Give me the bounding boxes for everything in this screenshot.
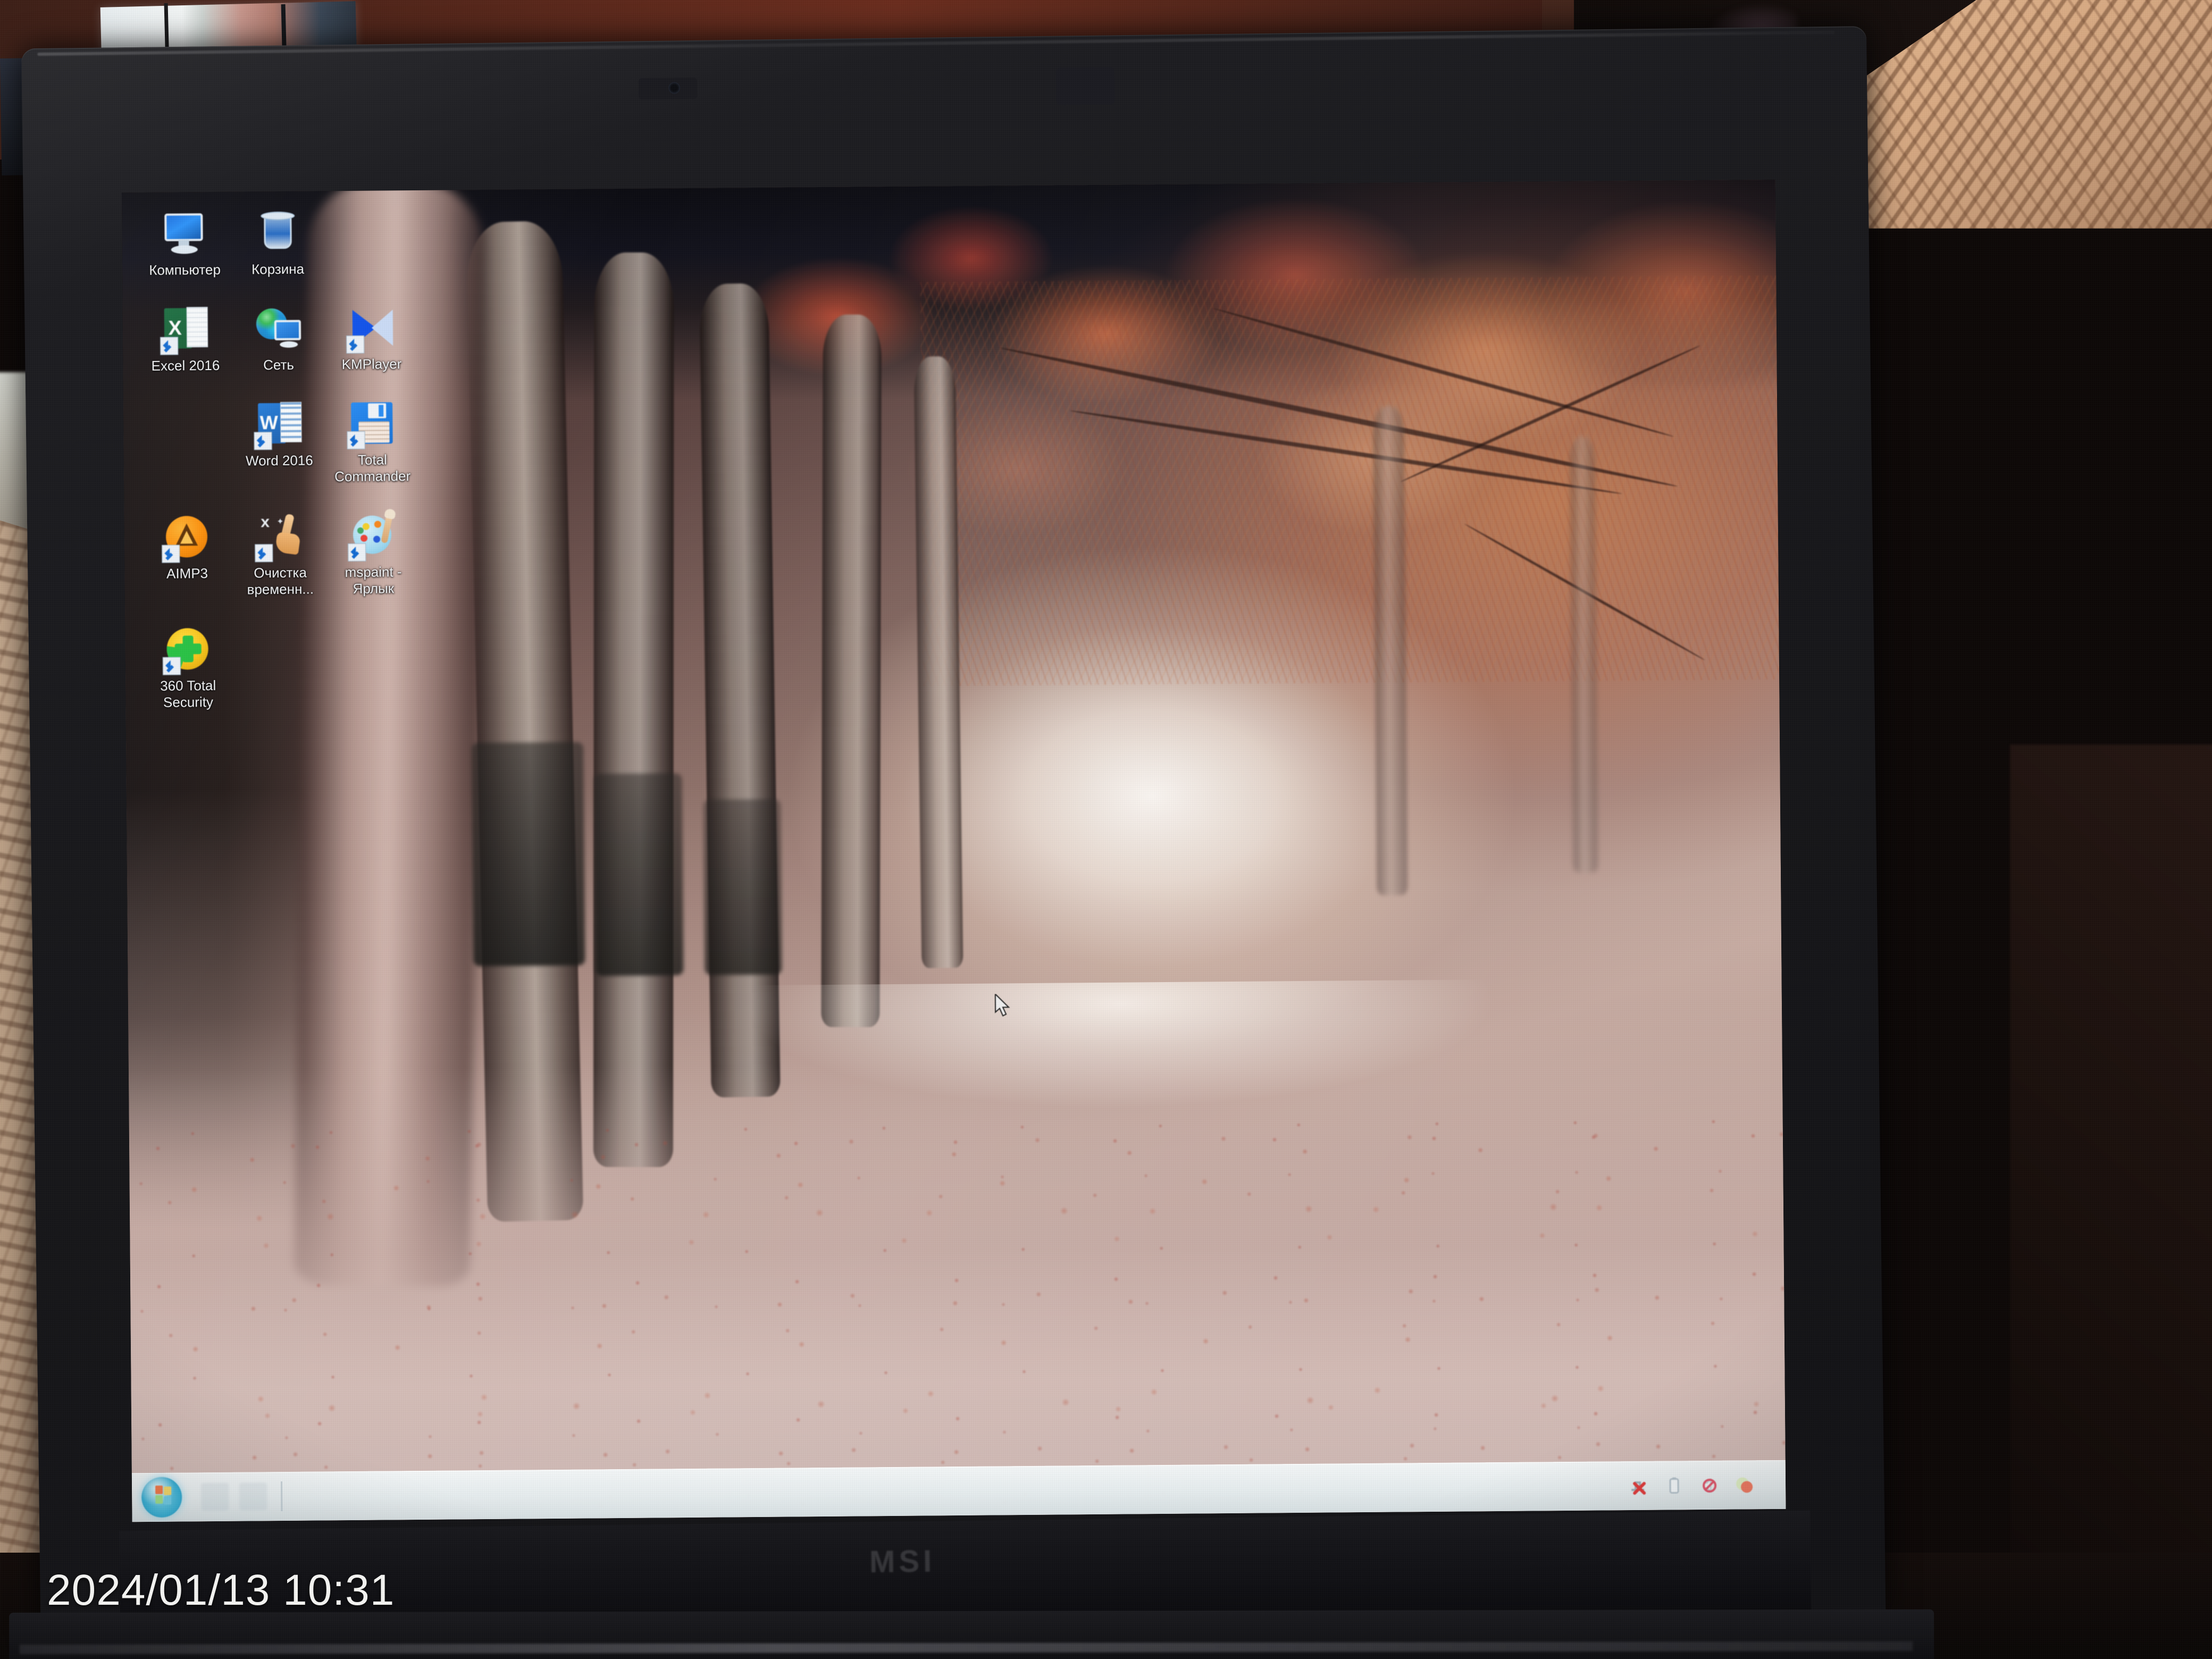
desktop-icon-mspaint[interactable]: mspaint - Ярлык (326, 508, 420, 597)
desktop-icon-computer[interactable]: Компьютер (138, 207, 231, 279)
cleanup-broom-icon: x ✦ (254, 512, 305, 563)
desktop-icon-label: Корзина (251, 261, 305, 278)
desktop-icon-total-commander[interactable]: Total Commander (325, 397, 419, 485)
desktop-icon-label: AIMP3 (166, 565, 208, 582)
mouse-cursor-icon (994, 993, 1013, 1019)
wallpaper-tree-trunk-8 (1570, 436, 1598, 873)
wallpaper-tree-trunk-5 (821, 314, 882, 1027)
quick-launch-bar (200, 1482, 267, 1511)
network-disconnected-icon[interactable] (1628, 1475, 1649, 1496)
desktop-icon-kmplayer[interactable]: KMPlayer (325, 301, 418, 373)
aimp3-icon (161, 513, 212, 563)
wallpaper-tree-trunk-4 (699, 283, 781, 1098)
shortcut-overlay-icon (162, 657, 181, 675)
desktop-icon-aimp3[interactable]: AIMP3 (140, 510, 234, 599)
wallpaper-tree-trunk-7 (1373, 406, 1408, 895)
wallpaper-trunk-base-2 (472, 742, 585, 967)
excel-icon: X (160, 305, 210, 355)
camera-timestamp: 2024/01/13 10:31 (47, 1566, 395, 1614)
couch-fabric-right (2010, 744, 2212, 1648)
brand-logo: MSI (869, 1544, 936, 1580)
shortcut-overlay-icon (161, 544, 180, 563)
desktop-icon-label: Компьютер (149, 261, 221, 278)
360-total-security-icon (162, 625, 213, 675)
kmplayer-icon (346, 303, 396, 354)
quick-launch-item-2[interactable] (239, 1482, 267, 1511)
desktop-icon-label: Excel 2016 (151, 357, 220, 374)
photograph-scene: Компьютер Корзина X Excel 2016 Сеть KMPl… (0, 0, 2212, 1659)
desktop-icon-row-3: W Word 2016 Total Commander (232, 396, 512, 486)
shortcut-overlay-icon (254, 544, 273, 563)
shortcut-overlay-icon (347, 543, 366, 562)
wallpaper-tree-trunk-6 (914, 356, 963, 968)
desktop-icon-grid: Компьютер Корзина X Excel 2016 Сеть KMPl… (138, 205, 514, 711)
wallpaper-trunk-base-3 (594, 773, 684, 976)
desktop-icon-row-5: 360 Total Security (141, 621, 514, 711)
volume-muted-icon[interactable] (1698, 1474, 1720, 1496)
desktop-icon-label: Очистка временн... (247, 564, 314, 598)
desktop-icon-label: KMPlayer (341, 356, 402, 373)
quick-launch-item-1[interactable] (200, 1482, 229, 1511)
webcam-housing (638, 77, 698, 100)
shortcut-overlay-icon (346, 335, 364, 354)
desktop-icon-cleanup-temp[interactable]: x ✦ Очистка временн... (233, 509, 327, 598)
desktop-icon-label: Word 2016 (245, 452, 313, 469)
wallpaper-leaf-litter (129, 1094, 1786, 1522)
wallpaper-trunk-base-4 (703, 799, 782, 975)
desktop-icon-label: Total Commander (334, 451, 411, 485)
desktop-icon-360-total-security[interactable]: 360 Total Security (141, 623, 234, 711)
start-orb-icon[interactable] (141, 1477, 182, 1518)
word-icon: W (253, 400, 304, 450)
recycle-bin-icon (253, 208, 303, 258)
microphone-housing (1055, 67, 1115, 105)
desktop-icon-network[interactable]: Сеть (232, 301, 325, 373)
security-alert-icon[interactable] (1733, 1474, 1755, 1495)
mspaint-icon (347, 508, 398, 562)
webcam-lens-icon (668, 82, 681, 94)
total-commander-icon (346, 399, 397, 450)
desktop-icon-recycle-bin[interactable]: Корзина (231, 206, 324, 278)
taskbar-separator (280, 1481, 283, 1512)
desktop-icon-label: 360 Total Security (160, 677, 216, 710)
network-icon (254, 304, 303, 354)
shortcut-overlay-icon (253, 432, 272, 450)
laptop-screen: Компьютер Корзина X Excel 2016 Сеть KMPl… (121, 179, 1786, 1522)
desktop-icon-row-2: X Excel 2016 Сеть KMPlayer (139, 300, 512, 374)
battery-icon[interactable] (1663, 1474, 1685, 1496)
desktop-icon-word-2016[interactable]: W Word 2016 (232, 397, 326, 485)
shortcut-overlay-icon (160, 337, 178, 355)
shortcut-overlay-icon (346, 431, 365, 450)
desktop-icon-row-4: AIMP3 x ✦ Очистка временн... mspaint - Я… (140, 508, 513, 599)
desktop-icon-excel-2016[interactable]: X Excel 2016 (139, 303, 232, 374)
desktop-icon-row-1: Компьютер Корзина (138, 205, 510, 279)
desktop-icon-label: Сеть (263, 356, 294, 373)
laptop: Компьютер Корзина X Excel 2016 Сеть KMPl… (9, 26, 1934, 1659)
system-tray (1628, 1474, 1786, 1496)
computer-icon (160, 209, 210, 258)
desktop-icon-label: mspaint - Ярлык (345, 564, 402, 597)
